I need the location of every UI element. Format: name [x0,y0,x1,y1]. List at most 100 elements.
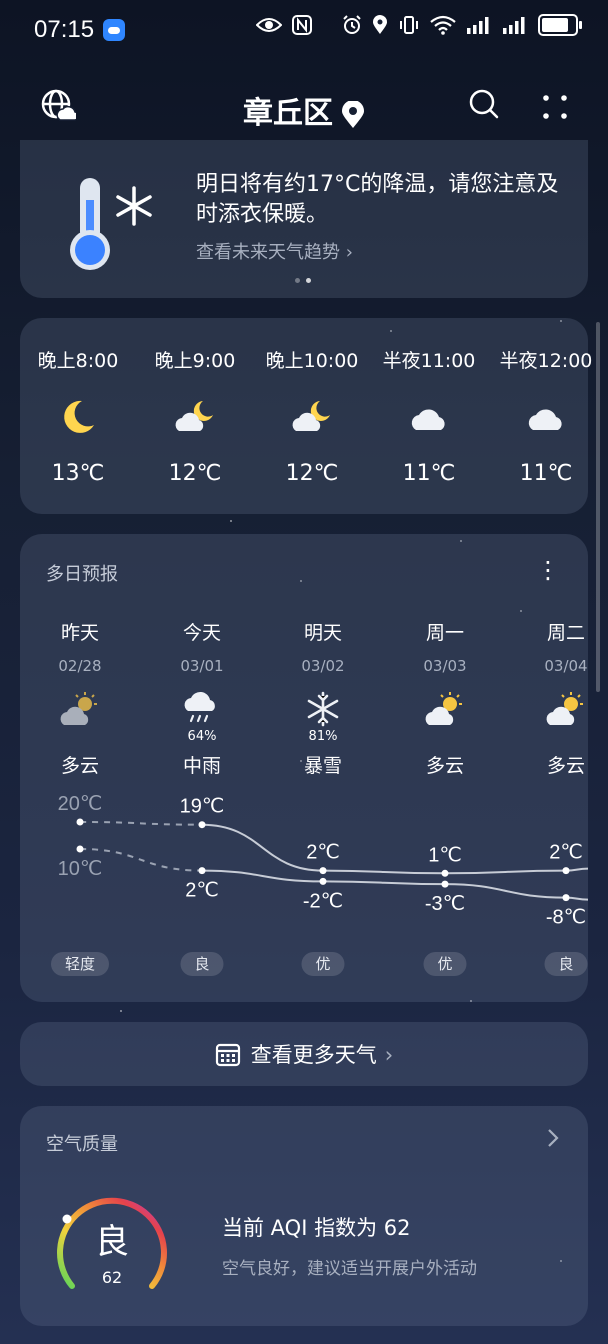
location-icon [373,15,387,34]
status-bar: 07:15 [0,0,608,62]
carousel-dots [295,278,311,283]
cloud-icon [411,409,445,430]
low-temp-point [76,845,84,853]
temperature-trend-chart: 20℃ 19℃ 2℃ 1℃ 2℃ 10℃ 2℃ -2℃ -3℃ -8℃ [58,793,588,929]
hour-item: 晚上8:00 13℃ [23,346,133,486]
high-temp-line [79,821,203,826]
day-name: 昨天 [60,622,99,644]
day-item: 今天 03/01 64% 中雨 [147,618,257,778]
day-pop [390,729,500,745]
status-icons [256,14,582,36]
daily-title: 多日预报 [46,564,118,585]
low-temp-label: 2℃ [185,880,219,902]
city-name: 章丘区 [243,96,333,131]
low-temp-line [201,869,324,883]
nfc-icon [292,15,312,35]
high-temp-point [76,818,84,826]
aqi-summary: 当前 AQI 指数为 62 [222,1216,411,1240]
eye-icon [256,18,282,32]
air-quality-card[interactable]: 空气质量 良 62 当前 AQI 指数为 62 空气良好，建议适当开展户外活动 [20,1106,588,1326]
partly-sunny-icon [546,692,583,725]
hour-item: 半夜11:00 11℃ [374,346,484,486]
high-temp-label: 19℃ [180,796,225,818]
day-item: 明天 03/02 81% 暴雪 [268,618,378,778]
day-pop: 81% [308,729,338,744]
alert-message: 明日将有约17°C的降温，请您注意及时添衣保暖。 [196,172,559,227]
multi-day-forecast-card[interactable]: 多日预报 ⋮ 昨天 02/28 多云 今天 03/01 64% 中雨 明天 03… [20,534,588,1002]
aqi-badge: 优 [301,952,345,976]
scrollbar[interactable] [596,322,600,692]
day-item: 昨天 02/28 多云 [25,618,135,778]
daily-more-icon[interactable]: ⋮ [536,556,560,584]
low-temp-point [562,894,570,902]
carousel-dot-active [306,278,311,283]
location-pin-icon [342,100,364,128]
calendar-icon [215,1043,240,1067]
status-time: 07:15 [34,16,95,43]
low-temp-label: -2℃ [303,890,343,912]
aqi-level: 良 [95,1222,129,1262]
high-temp-point [319,867,327,875]
search-icon[interactable] [468,88,500,120]
high-temp-line [322,869,446,875]
more-menu-icon[interactable] [540,92,570,122]
more-weather-button[interactable]: 查看更多天气 › [20,1022,588,1086]
low-temp-label: -8℃ [546,907,586,929]
hour-time: 晚上8:00 [37,350,119,372]
low-temp-label: -3℃ [425,893,465,915]
hour-temp: 12℃ [168,461,222,486]
day-date: 03/04 [544,657,588,675]
chevron-right-icon[interactable] [546,1128,560,1148]
low-temp-point [198,867,206,875]
day-name: 周二 [546,622,585,644]
more-weather-label: 查看更多天气 [250,1043,377,1067]
aqi-badge: 良 [544,952,588,976]
header: 章丘区 [0,76,608,136]
city-title[interactable]: 章丘区 [0,88,608,132]
partly-sunny-icon [425,692,462,725]
hour-temp: 13℃ [51,461,105,486]
vibrate-icon [400,16,418,34]
day-pop [511,729,608,745]
day-item: 周一 03/03 多云 [390,618,500,778]
high-temp-point [441,869,449,877]
signal-icon-1 [467,17,489,34]
wifi-icon [430,15,456,35]
hour-temp: 11℃ [402,461,456,486]
day-item: 周二 03/04 多云 [511,618,608,778]
high-temp-label: 2℃ [549,842,583,864]
high-temp-point [562,867,570,875]
hour-time: 半夜11:00 [382,350,476,372]
hour-item: 晚上10:00 12℃ [257,346,367,486]
moon-icon [64,400,94,433]
hour-time: 晚上10:00 [265,350,359,372]
chevron-right-icon: › [384,1043,394,1067]
cloudy-night-icon [175,401,213,431]
high-temp-point [198,821,206,829]
hourly-forecast-card[interactable]: 晚上8:00 13℃ 晚上9:00 12℃ 晚上10:00 12℃ 半夜11:0… [20,318,592,514]
hour-time: 半夜12:00 [499,350,593,372]
cloudy-night-icon [292,401,330,431]
aqi-badge: 优 [423,952,467,976]
temperature-drop-alert-card[interactable]: 明日将有约17°C的降温，请您注意及时添衣保暖。 查看未来天气趋势 › [20,140,588,298]
day-date: 02/28 [58,657,102,675]
signal-icon-2 [503,17,525,34]
cloud-icon [528,409,562,430]
day-name: 明天 [303,622,342,644]
high-temp-line [201,823,324,872]
aqi-badge: 良 [180,952,224,976]
snowflake-icon [307,691,339,727]
day-date: 03/01 [180,657,224,675]
chevron-right-icon: › [345,242,353,263]
weather-app-icon [103,19,125,41]
high-temp-line [444,869,567,875]
future-trend-link[interactable]: 查看未来天气趋势 › [196,238,353,264]
low-temp-label: 10℃ [58,858,103,880]
aqi-advice: 空气良好，建议适当开展户外活动 [222,1259,477,1279]
low-temp-point [319,877,327,885]
thermometer-cold-icon [70,178,152,270]
day-pop: 64% [187,729,217,744]
future-trend-label: 查看未来天气趋势 [196,242,340,263]
partly-cloudy-icon [60,692,97,725]
hour-item: 半夜12:00 11℃ [491,346,601,486]
